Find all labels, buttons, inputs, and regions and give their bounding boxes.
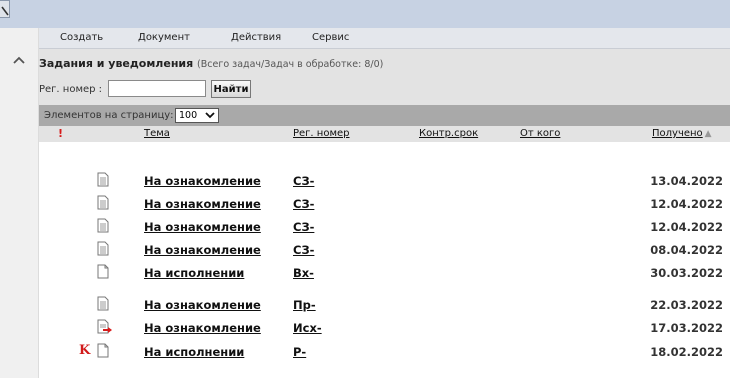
doc-lines-icon — [97, 241, 109, 256]
table-row[interactable]: На ознакомление Пр- 22.03.2022 — [39, 294, 730, 314]
received-date: 13.04.2022 — [650, 174, 723, 188]
table-row[interactable]: На исполнении Вх- 30.03.2022 — [39, 262, 730, 282]
doc-blank-icon — [97, 343, 109, 358]
chevron-up-icon[interactable] — [12, 54, 26, 66]
items-per-page-label: Элементов на страницу: — [44, 110, 174, 121]
reg-number-link[interactable]: СЗ- — [293, 174, 314, 188]
task-subject-link[interactable]: На ознакомление — [144, 220, 261, 234]
reg-number-input[interactable] — [108, 80, 206, 97]
column-received[interactable]: Получено ▲ — [652, 128, 712, 139]
table-row[interactable]: K На исполнении Р- 18.02.2022 — [39, 341, 730, 361]
column-from[interactable]: От кого — [520, 128, 560, 139]
reg-number-link[interactable]: Вх- — [293, 266, 314, 280]
reg-number-link[interactable]: СЗ- — [293, 220, 314, 234]
column-subject[interactable]: Тема — [144, 128, 170, 139]
task-subject-link[interactable]: На исполнении — [144, 266, 244, 280]
column-deadline[interactable]: Контр.срок — [419, 128, 478, 139]
reg-number-link[interactable]: Исх- — [293, 321, 322, 335]
task-subject-link[interactable]: На ознакомление — [144, 321, 261, 335]
corner-search-button[interactable] — [0, 0, 10, 18]
doc-lines-icon — [97, 172, 109, 187]
column-received-label: Получено — [652, 128, 703, 139]
items-per-page-value: 100 — [179, 110, 198, 121]
items-per-page-bar: Элементов на страницу: 100 — [39, 105, 730, 126]
received-date: 17.03.2022 — [650, 321, 723, 335]
task-count: (Всего задач/Задач в обработке: 8/0) — [197, 59, 384, 70]
table-row[interactable]: На ознакомление СЗ- 12.04.2022 — [39, 216, 730, 236]
received-date: 12.04.2022 — [650, 220, 723, 234]
window-top-strip — [0, 0, 730, 28]
task-subject-link[interactable]: На ознакомление — [144, 197, 261, 211]
menu-actions[interactable]: Действия — [231, 32, 281, 43]
items-per-page-select[interactable]: 100 — [175, 108, 219, 123]
doc-lines-icon — [97, 195, 109, 210]
task-subject-link[interactable]: На ознакомление — [144, 174, 261, 188]
doc-lines-icon — [97, 218, 109, 233]
received-date: 18.02.2022 — [650, 345, 723, 359]
panel-title: Задания и уведомления (Всего задач/Задач… — [39, 57, 383, 70]
task-subject-link[interactable]: На ознакомление — [144, 298, 261, 312]
reg-number-label: Рег. номер : — [39, 84, 103, 95]
doc-blank-icon — [97, 264, 109, 279]
menu-service[interactable]: Сервис — [312, 32, 349, 43]
panel-title-text: Задания и уведомления — [39, 57, 194, 70]
table-row[interactable]: На ознакомление СЗ- 08.04.2022 — [39, 239, 730, 259]
menu-bar: Создать Документ Действия Сервис — [39, 28, 730, 49]
reg-number-link[interactable]: СЗ- — [293, 197, 314, 211]
received-date: 12.04.2022 — [650, 197, 723, 211]
reg-number-link[interactable]: СЗ- — [293, 243, 314, 257]
doc-outgoing-icon — [97, 319, 112, 334]
menu-create[interactable]: Создать — [60, 32, 103, 43]
task-subject-link[interactable]: На ознакомление — [144, 243, 261, 257]
importance-icon[interactable]: ! — [58, 127, 63, 140]
received-date: 22.03.2022 — [650, 298, 723, 312]
column-reg-number[interactable]: Рег. номер — [293, 128, 350, 139]
task-subject-link[interactable]: На исполнении — [144, 345, 244, 359]
received-date: 08.04.2022 — [650, 243, 723, 257]
doc-lines-icon — [97, 296, 109, 311]
sort-asc-icon: ▲ — [704, 129, 712, 139]
table-row[interactable]: На ознакомление Исх- 17.03.2022 — [39, 317, 730, 337]
left-scroll-strip — [0, 28, 38, 378]
table-header: ! Тема Рег. номер Контр.срок От кого Пол… — [39, 126, 730, 142]
magnifier-icon — [1, 6, 9, 16]
menu-document[interactable]: Документ — [138, 32, 190, 43]
table-row[interactable]: На ознакомление СЗ- 13.04.2022 — [39, 170, 730, 190]
table-row[interactable]: На ознакомление СЗ- 12.04.2022 — [39, 193, 730, 213]
reg-number-link[interactable]: Р- — [293, 345, 306, 359]
tasks-panel: Задания и уведомления (Всего задач/Задач… — [39, 49, 730, 105]
received-date: 30.03.2022 — [650, 266, 723, 280]
reg-number-link[interactable]: Пр- — [293, 298, 316, 312]
chevron-down-icon — [205, 112, 215, 119]
control-mark: K — [79, 343, 91, 358]
find-button[interactable]: Найти — [211, 80, 251, 98]
